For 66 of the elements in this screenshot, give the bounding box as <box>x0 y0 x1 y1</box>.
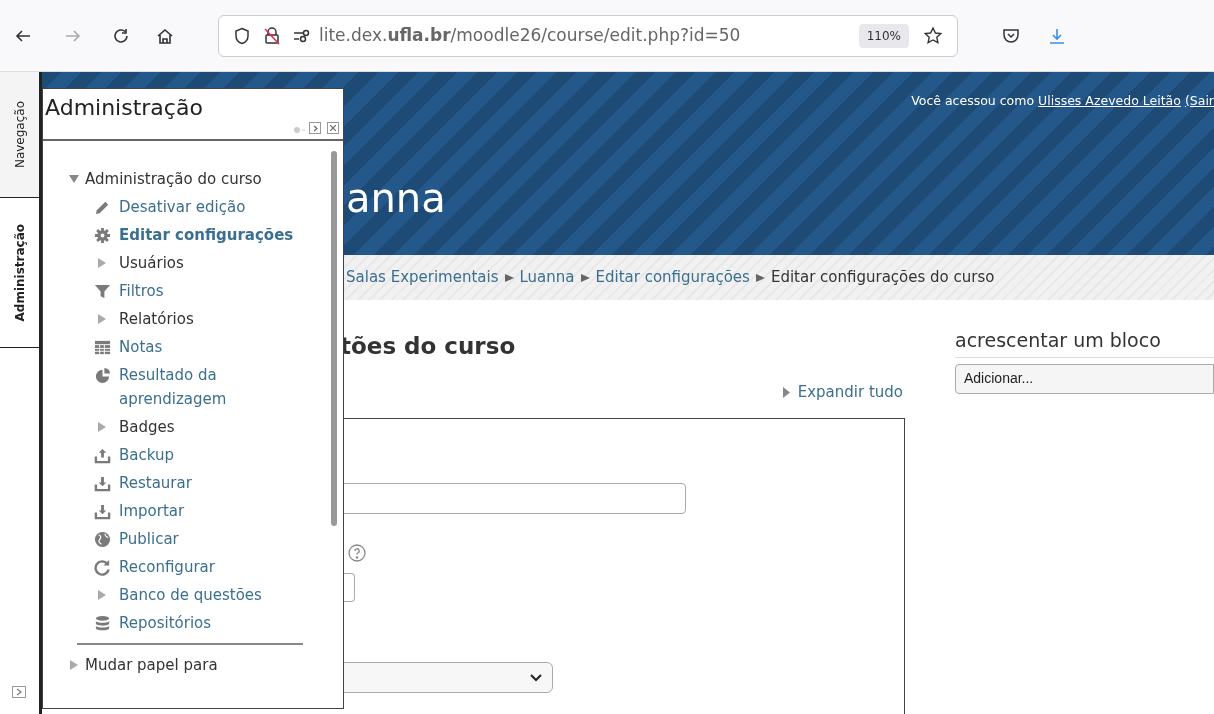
reload-icon[interactable] <box>112 26 130 45</box>
collapsed-triangle-icon[interactable] <box>97 590 107 600</box>
logout-link[interactable]: (Sair <box>1184 93 1214 108</box>
filter-icon <box>93 282 111 300</box>
breadcrumb-link[interactable]: Salas Experimentais <box>346 266 499 289</box>
block-title: acrescentar um bloco <box>955 326 1214 358</box>
star-icon[interactable] <box>923 25 943 46</box>
login-info-text: Você acessou como <box>911 93 1036 108</box>
menu-link[interactable]: Reconfigurar <box>119 555 294 579</box>
menu-link[interactable]: Importar <box>119 499 294 523</box>
menu-link[interactable]: Restaurar <box>119 471 294 495</box>
menu-link[interactable]: Usuários <box>119 251 294 275</box>
expanded-triangle-icon[interactable] <box>69 174 79 184</box>
collapsed-triangle-icon[interactable] <box>69 660 79 670</box>
user-link[interactable]: Ulisses Azevedo Leitão <box>1038 93 1181 108</box>
help-icon[interactable] <box>348 544 366 563</box>
dock-tab[interactable]: Navegação <box>0 72 39 198</box>
add-block-select[interactable]: Adicionar... <box>955 363 1214 394</box>
breadcrumb-separator-icon <box>504 273 514 282</box>
menu-link[interactable]: Backup <box>119 443 294 467</box>
menu-link[interactable]: Resultado da aprendizagem <box>119 363 294 411</box>
tree-branch-label[interactable]: Mudar papel para <box>85 653 218 677</box>
breadcrumb-separator-icon <box>755 273 765 282</box>
course-title: anna <box>346 178 446 218</box>
permissions-icon[interactable] <box>293 28 311 43</box>
home-icon[interactable] <box>156 26 174 45</box>
pie-chart-icon <box>93 366 111 384</box>
menu-link[interactable]: Badges <box>119 415 294 439</box>
zoom-badge[interactable]: 110% <box>858 23 909 48</box>
expand-all-link[interactable]: Expandir tudo <box>797 380 903 404</box>
table-icon <box>93 338 111 356</box>
block-title: Administração <box>45 97 203 119</box>
breadcrumb-separator-icon <box>580 273 590 282</box>
menu-link[interactable]: Banco de questões <box>119 583 294 607</box>
menu-link[interactable]: Filtros <box>119 279 294 303</box>
shield-icon[interactable] <box>233 26 251 45</box>
download-icon <box>93 502 111 520</box>
menu-link[interactable]: Notas <box>119 335 294 359</box>
breadcrumb-current[interactable]: Editar configurações do curso <box>770 266 995 289</box>
dock-block-icon[interactable] <box>309 122 321 134</box>
breadcrumb-link[interactable]: Luanna <box>519 266 575 289</box>
expand-triangle-icon[interactable] <box>782 386 790 398</box>
dock-expand-icon[interactable] <box>12 686 26 698</box>
insecure-lock-icon[interactable] <box>263 26 281 45</box>
download-icon <box>93 474 111 492</box>
close-icon[interactable] <box>327 122 339 134</box>
tree-branch-label[interactable]: Administração do curso <box>85 167 262 191</box>
menu-link[interactable]: Desativar edição <box>119 195 294 219</box>
upload-icon <box>93 446 111 464</box>
menu-link[interactable]: Repositórios <box>119 611 294 635</box>
gear-icon <box>93 226 111 244</box>
menu-link[interactable]: Publicar <box>119 527 294 551</box>
collapsed-triangle-icon[interactable] <box>97 258 107 268</box>
database-icon <box>93 614 111 632</box>
collapsed-triangle-icon[interactable] <box>97 422 107 432</box>
address-bar[interactable]: lite.dex.ufla.br/moodle26/course/edit.php?id=50 110% <box>218 14 958 57</box>
pocket-icon[interactable] <box>1002 26 1020 45</box>
menu-link[interactable]: Relatórios <box>119 307 294 331</box>
collapsed-triangle-icon[interactable] <box>97 314 107 324</box>
breadcrumb-link[interactable]: Editar configurações <box>595 266 750 289</box>
chevron-down-icon <box>530 673 542 682</box>
menu-link[interactable]: Editar configurações <box>119 223 294 247</box>
globe-icon <box>93 530 111 548</box>
url-text: lite.dex.ufla.br/moodle26/course/edit.php?id=50 <box>319 23 741 47</box>
download-icon[interactable] <box>1048 26 1066 45</box>
refresh-icon <box>93 558 111 576</box>
